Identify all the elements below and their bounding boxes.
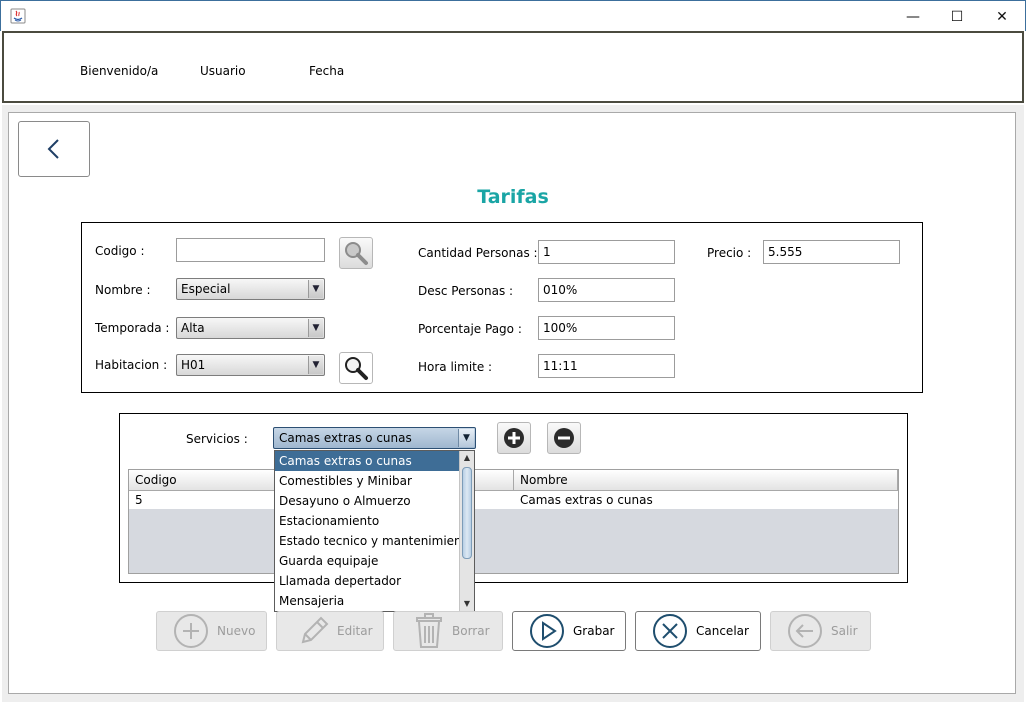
borrar-button[interactable]: Borrar — [393, 611, 503, 651]
desc-label: Desc Personas : — [418, 284, 514, 298]
search-habitacion-button[interactable] — [339, 352, 373, 384]
chevron-down-icon: ▼ — [308, 280, 323, 298]
search-icon — [345, 242, 368, 265]
dropdown-option[interactable]: Guarda equipaje — [275, 551, 460, 571]
close-window-button[interactable]: ✕ — [979, 1, 1025, 32]
borrar-label: Borrar — [452, 624, 490, 638]
grabar-label: Grabar — [573, 624, 615, 638]
minimize-button[interactable]: — — [890, 1, 936, 32]
plus-circle-outline-icon — [174, 614, 208, 648]
window-titlebar: — ☐ ✕ — [0, 0, 1026, 31]
hora-input[interactable]: 11:11 — [538, 354, 675, 378]
chevron-down-icon: ▼ — [308, 319, 323, 337]
dropdown-option[interactable]: Desayuno o Almuerzo — [275, 491, 460, 511]
temporada-value: Alta — [181, 321, 205, 335]
scroll-thumb[interactable] — [462, 467, 472, 559]
grabar-button[interactable]: Grabar — [512, 611, 626, 651]
servicios-value: Camas extras o cunas — [279, 431, 412, 445]
scroll-up-arrow[interactable]: ▲ — [460, 451, 474, 465]
temporada-label: Temporada : — [95, 321, 170, 335]
cantidad-input[interactable]: 1 — [538, 240, 675, 264]
cancel-circle-icon — [653, 614, 687, 648]
habitacion-select[interactable]: H01 ▼ — [176, 354, 325, 376]
precio-input[interactable]: 5.555 — [763, 240, 900, 264]
search-icon — [345, 357, 368, 380]
add-servicio-button[interactable] — [497, 422, 531, 454]
page-title: Tarifas — [477, 186, 549, 208]
nombre-label: Nombre : — [95, 283, 151, 297]
porcentaje-label: Porcentaje Pago : — [418, 322, 522, 336]
user-label: Usuario — [200, 64, 246, 78]
cell-nombre: Camas extras o cunas — [520, 493, 653, 507]
dropdown-option[interactable]: Llamada depertador — [275, 571, 460, 591]
column-header-nombre[interactable]: Nombre — [514, 470, 898, 491]
hora-label: Hora limite : — [418, 360, 493, 374]
play-circle-icon — [530, 614, 564, 648]
java-app-icon — [10, 8, 26, 24]
habitacion-label: Habitacion : — [95, 358, 168, 372]
dropdown-option[interactable]: Mensajeria — [275, 591, 460, 611]
editar-label: Editar — [337, 624, 373, 638]
dropdown-option[interactable]: Estacionamiento — [275, 511, 460, 531]
desc-input[interactable]: 010% — [538, 278, 675, 302]
minus-circle-icon — [554, 428, 574, 448]
nuevo-label: Nuevo — [217, 624, 256, 638]
pencil-icon — [301, 616, 329, 644]
codigo-input[interactable] — [176, 238, 325, 262]
arrow-left-circle-icon — [788, 614, 822, 648]
editar-button[interactable]: Editar — [276, 611, 384, 651]
dropdown-option[interactable]: Estado tecnico y mantenimiento — [275, 531, 460, 551]
welcome-label: Bienvenido/a — [80, 64, 159, 78]
back-button[interactable] — [18, 121, 90, 177]
remove-servicio-button[interactable] — [547, 422, 581, 454]
salir-button[interactable]: Salir — [770, 611, 871, 651]
salir-label: Salir — [831, 624, 858, 638]
chevron-down-icon: ▼ — [308, 356, 323, 374]
habitacion-value: H01 — [181, 358, 206, 372]
plus-circle-icon — [504, 428, 524, 448]
chevron-down-icon: ▼ — [458, 429, 474, 447]
chevron-left-icon — [47, 139, 59, 159]
nombre-select[interactable]: Especial ▼ — [176, 278, 325, 300]
cantidad-label: Cantidad Personas : — [418, 246, 538, 260]
nombre-value: Especial — [181, 282, 231, 296]
maximize-button[interactable]: ☐ — [934, 1, 980, 32]
cell-codigo: 5 — [135, 493, 143, 507]
temporada-select[interactable]: Alta ▼ — [176, 317, 325, 339]
dropdown-option[interactable]: Camas extras o cunas — [275, 451, 460, 471]
cancelar-label: Cancelar — [696, 624, 749, 638]
servicios-select[interactable]: Camas extras o cunas ▼ — [273, 427, 476, 449]
precio-label: Precio : — [707, 246, 752, 260]
trash-icon — [416, 613, 442, 648]
servicios-label: Servicios : — [186, 432, 248, 446]
dropdown-scrollbar[interactable]: ▲ ▼ — [459, 451, 474, 611]
porcentaje-input[interactable]: 100% — [538, 316, 675, 340]
codigo-label: Codigo : — [95, 244, 145, 258]
dropdown-option[interactable]: Comestibles y Minibar — [275, 471, 460, 491]
date-label: Fecha — [309, 64, 345, 78]
scroll-down-arrow[interactable]: ▼ — [460, 597, 474, 611]
search-codigo-button[interactable] — [339, 237, 373, 269]
cancelar-button[interactable]: Cancelar — [635, 611, 761, 651]
nuevo-button[interactable]: Nuevo — [156, 611, 267, 651]
